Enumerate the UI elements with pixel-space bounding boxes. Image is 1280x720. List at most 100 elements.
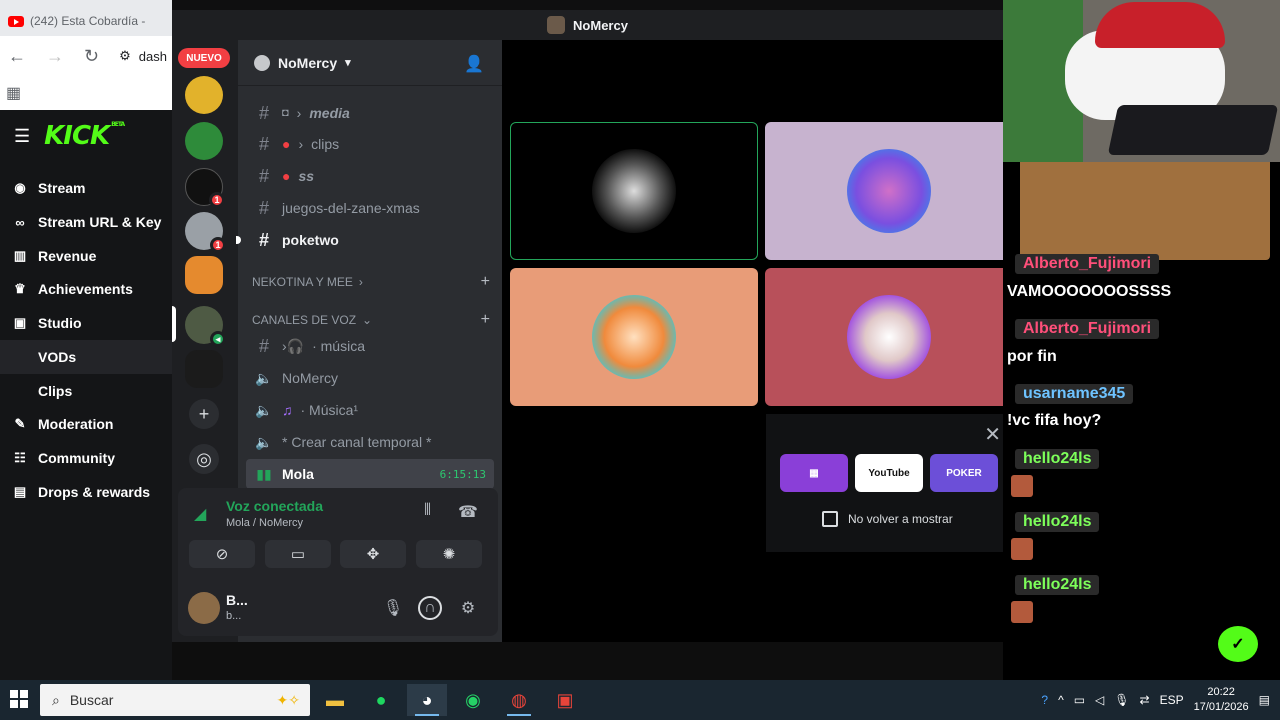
nav-clips[interactable]: Clips (0, 374, 172, 408)
volume-icon[interactable]: ◁ (1095, 693, 1104, 707)
participant-tile[interactable] (510, 122, 758, 260)
add-server-icon[interactable]: + (189, 399, 219, 429)
forward-icon[interactable]: → (46, 46, 64, 67)
chat-username[interactable]: Alberto_Fujimori (1015, 319, 1160, 339)
activity-poker[interactable]: POKER (930, 454, 998, 492)
server-icon-rs[interactable] (185, 76, 223, 114)
voice-channel-musica[interactable]: 🔈 ♫ · Música¹ (246, 395, 494, 425)
chat-username[interactable]: hello24ls (1015, 575, 1100, 595)
voice-active-icon: ◂ (210, 331, 226, 347)
nav-achievements[interactable]: ♛ Achievements (0, 272, 172, 306)
disconnect-icon[interactable]: ☎ (458, 502, 478, 522)
battery-icon[interactable]: ▭ (1074, 693, 1085, 707)
server-header[interactable]: NoMercy ▾ 👤 (238, 40, 502, 86)
channel-clips[interactable]: # ● › clips (246, 129, 494, 159)
nav-community[interactable]: ☷ Community (0, 441, 172, 475)
file-explorer-icon[interactable]: ▬ (315, 684, 355, 716)
channel-name: · Música¹ (300, 402, 359, 418)
channel-poketwo[interactable]: # poketwo (246, 225, 494, 255)
server-icon-dark[interactable]: 1 (185, 168, 225, 208)
server-icon-gray[interactable]: 1 (185, 212, 226, 253)
new-badge[interactable]: NUEVO (178, 48, 230, 68)
kick-chat-button[interactable]: ✓ (1218, 626, 1258, 662)
reload-icon[interactable]: ↻ (84, 46, 99, 67)
taskbar-search[interactable]: ⌕ Buscar ✦✧ (40, 684, 310, 716)
avatar[interactable] (188, 592, 220, 624)
help-icon[interactable]: ? (1041, 693, 1048, 707)
noise-suppression-icon[interactable]: ⦀ (424, 502, 431, 520)
nav-stream[interactable]: ◉ Stream (0, 171, 172, 205)
chevron-up-icon[interactable]: ^ (1058, 693, 1064, 707)
add-channel-icon[interactable]: + (481, 311, 490, 329)
notifications-icon[interactable]: ▤ (1259, 693, 1270, 707)
channel-ss[interactable]: # ● ss (246, 161, 494, 191)
chat-username[interactable]: Alberto_Fujimori (1015, 254, 1160, 274)
chat-username[interactable]: hello24ls (1015, 449, 1100, 469)
chat-username[interactable]: hello24ls (1015, 512, 1100, 532)
activity-youtube[interactable]: YouTube (855, 454, 923, 492)
participant-tile[interactable] (510, 268, 758, 406)
add-member-icon[interactable]: 👤 (464, 54, 484, 74)
activity-blocks[interactable]: ▦ (780, 454, 848, 492)
dont-show-checkbox[interactable] (822, 511, 838, 527)
hash-icon: # (258, 165, 269, 186)
hash-icon: # (258, 335, 269, 356)
channel-juegos[interactable]: # juegos-del-zane-xmas (246, 193, 494, 223)
share-screen-button[interactable]: ▭ (265, 540, 331, 568)
voice-channel-temporal[interactable]: 🔈 * Crear canal temporal * (246, 427, 494, 457)
spotify-icon[interactable]: ● (361, 684, 401, 716)
obs-icon[interactable]: ▣ (545, 684, 585, 716)
voice-channel-path[interactable]: Mola / NoMercy (226, 517, 303, 529)
close-icon[interactable]: ✕ (984, 422, 1001, 447)
channel-name: media (309, 105, 350, 121)
server-icon-try-again[interactable] (185, 350, 223, 388)
back-icon[interactable]: ← (8, 46, 26, 67)
network-icon[interactable]: ⇄ (1140, 693, 1150, 707)
nav-stream-url-key[interactable]: ∞ Stream URL & Key (0, 205, 172, 239)
voice-status[interactable]: Voz conectada (226, 498, 323, 514)
category-voice[interactable]: CANALES DE VOZ ⌄ + (252, 309, 492, 331)
participant-tile[interactable] (765, 122, 1013, 260)
server-icon-nomercy[interactable]: ◂ (185, 306, 226, 347)
channel-media[interactable]: # ◘ › media (246, 98, 494, 128)
discord-icon[interactable]: ◕ (407, 684, 447, 716)
discover-icon[interactable]: ◎ (189, 444, 219, 474)
menu-icon[interactable]: ☰ (14, 126, 30, 147)
nav-revenue[interactable]: ▥ Revenue (0, 239, 172, 273)
channel-musica[interactable]: # ›🎧 · música (246, 331, 494, 361)
participant-tile[interactable] (765, 268, 1013, 406)
kick-header: ☰ KICK BETA (0, 110, 172, 162)
nav-studio[interactable]: ▣ Studio (0, 306, 172, 340)
browser-tab[interactable]: (242) Esta Cobardía - (8, 6, 172, 36)
nav-drops-rewards[interactable]: ▤ Drops & rewards (0, 475, 172, 509)
windows-start-icon[interactable] (10, 690, 28, 708)
username[interactable]: B... (226, 592, 248, 608)
activities-button[interactable]: ✥ (340, 540, 406, 568)
kick-logo[interactable]: KICK BETA (44, 121, 125, 151)
voice-channel-mola[interactable]: ▮▮ Mola 6:15:13 (246, 459, 494, 489)
clock[interactable]: 20:22 17/01/2026 (1194, 685, 1249, 715)
voice-channel-nomercy[interactable]: 🔈 NoMercy (246, 363, 494, 393)
add-channel-icon[interactable]: + (481, 273, 490, 291)
apps-grid-icon[interactable]: ▦ (6, 83, 21, 103)
site-settings-icon[interactable]: ⚙ (119, 48, 131, 64)
server-icon-cat[interactable] (185, 256, 223, 294)
server-icon-green[interactable] (185, 122, 223, 160)
microphone-icon[interactable]: 🎙 (1114, 693, 1129, 707)
nav-vods[interactable]: VODs (0, 340, 172, 374)
taskbar: ⌕ Buscar ✦✧ ▬ ● ◕ ◉ ◍ ▣ ? ^ ▭ ◁ 🎙 ⇄ ESP … (0, 680, 1280, 720)
channel-prefix: › (296, 105, 302, 121)
camera-off-button[interactable]: ⊘ (189, 540, 255, 568)
chat-username[interactable]: usarname345 (1015, 384, 1134, 404)
chrome-icon[interactable]: ◍ (499, 684, 539, 716)
language-indicator[interactable]: ESP (1160, 693, 1184, 707)
headphones-icon[interactable]: ∩ (418, 596, 442, 620)
microphone-icon[interactable]: 🎙 (381, 596, 405, 620)
gear-icon[interactable]: ⚙ (456, 596, 480, 620)
nav-moderation[interactable]: ✎ Moderation (0, 407, 172, 441)
address-bar[interactable]: ⚙ dash (119, 48, 167, 64)
whatsapp-icon[interactable]: ◉ (453, 684, 493, 716)
emote-image (1011, 601, 1033, 623)
category-nekotina[interactable]: NEKOTINA Y MEE › + (252, 271, 492, 293)
soundboard-button[interactable]: ✺ (416, 540, 482, 568)
